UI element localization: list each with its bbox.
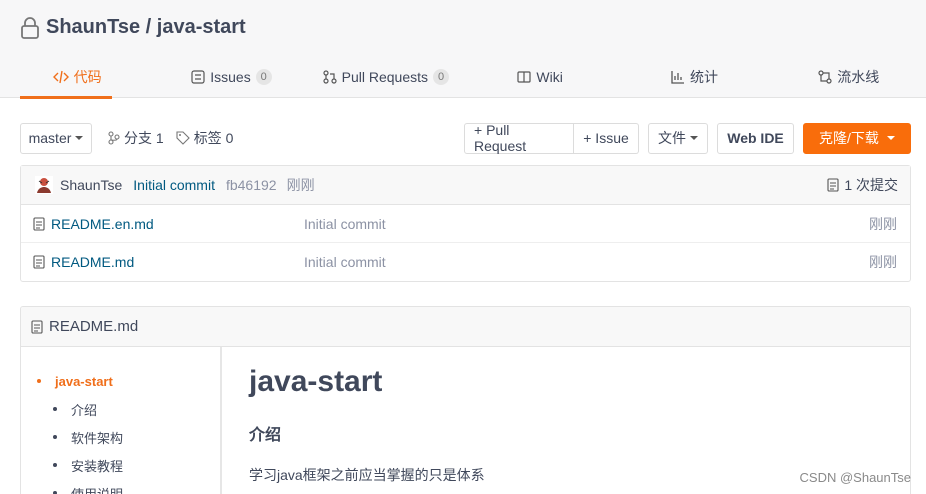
toc-item[interactable]: java-start (21, 367, 220, 395)
clone-download-button[interactable]: 克隆/下载 (803, 122, 911, 154)
toc-label: 安装教程 (71, 458, 124, 474)
file-name: README.en.md (51, 215, 154, 232)
tab-stats[interactable]: 统计 (617, 56, 771, 98)
bullet (37, 379, 41, 383)
tab-label: 代码 (73, 69, 102, 85)
web-ide-button[interactable]: Web IDE (717, 122, 794, 154)
tab-pull-requests[interactable]: Pull Requests 0 (309, 56, 463, 98)
issue-count-badge: 0 (255, 69, 272, 85)
tab-wiki[interactable]: Wiki (463, 56, 617, 98)
commit-count-link[interactable]: 1 次提交 (827, 175, 898, 195)
toc-label: 软件架构 (71, 430, 124, 446)
chevron-down-icon (690, 136, 698, 140)
file-list: ShaunTse Initial commit fb46192 刚刚 1 次提交… (20, 165, 911, 282)
wiki-icon (517, 71, 532, 83)
file-name: README.md (51, 254, 135, 270)
repo-toolbar: master 分支 1 标签 0 + Pull Request + Issue … (20, 122, 911, 154)
document-icon (827, 178, 839, 192)
repo-tabs: 代码 Issues 0 Pull Requests 0 Wiki 统计 流水线 (0, 56, 926, 99)
new-issue-button[interactable]: + Issue (574, 122, 639, 154)
code-icon (52, 70, 69, 84)
tags-count: 标签 0 (193, 130, 234, 146)
file-commit-time: 刚刚 (869, 215, 897, 232)
chevron-down-icon (75, 136, 84, 140)
bullet (53, 407, 57, 411)
bullet (53, 463, 57, 467)
branches-link[interactable]: 分支 1 (108, 128, 164, 148)
tab-issues[interactable]: Issues 0 (154, 56, 308, 98)
latest-commit-bar: ShaunTse Initial commit fb46192 刚刚 1 次提交 (21, 166, 910, 205)
file-row[interactable]: README.md Initial commit 刚刚 (21, 243, 910, 281)
tab-label: Pull Requests (341, 69, 429, 85)
issue-icon (191, 70, 205, 84)
create-group: + Pull Request + Issue (464, 122, 639, 154)
toc-item[interactable]: 介绍 (21, 395, 220, 423)
pull-request-icon (323, 70, 337, 84)
toc-label: 使用说明 (71, 486, 124, 494)
chart-icon (671, 70, 685, 84)
pr-count-badge: 0 (433, 69, 450, 85)
clone-label: 克隆/下载 (819, 130, 879, 146)
tab-code[interactable]: 代码 (0, 56, 154, 99)
tab-label: 流水线 (837, 69, 880, 85)
branches-count: 分支 1 (124, 130, 164, 146)
commit-time: 刚刚 (286, 177, 315, 193)
commit-sha[interactable]: fb46192 (226, 177, 277, 193)
toolbar-actions: + Pull Request + Issue 文件 Web IDE 克隆/下载 (464, 122, 911, 154)
file-icon (33, 216, 45, 231)
readme-filename: README.md (49, 318, 139, 335)
commit-message[interactable]: Initial commit (133, 177, 215, 193)
file-menu-label: 文件 (658, 130, 686, 146)
branch-icon (108, 131, 120, 145)
file-icon (33, 255, 45, 269)
file-menu-button[interactable]: 文件 (648, 122, 708, 154)
branch-label: master (28, 130, 72, 146)
tab-label: Wiki (536, 69, 563, 85)
chevron-down-icon (886, 136, 895, 140)
tab-label: Issues (210, 69, 251, 85)
repo-header: ShaunTse / java-start 代码 Issues 0 Pull R… (0, 0, 926, 99)
branch-select[interactable]: master (20, 122, 92, 154)
commit-count: 1 次提交 (844, 177, 898, 193)
toc-label: 介绍 (71, 402, 98, 418)
file-commit-message[interactable]: Initial commit (304, 254, 386, 270)
file-commit-time: 刚刚 (869, 254, 897, 270)
watermark: CSDN @ShaunTse (799, 470, 911, 485)
toc-item[interactable]: 使用说明 (21, 479, 220, 494)
repo-title-text[interactable]: ShaunTse / java-start (46, 16, 246, 39)
commit-author[interactable]: ShaunTse (60, 177, 122, 193)
bullet (53, 435, 57, 439)
file-commit-message[interactable]: Initial commit (304, 216, 386, 232)
new-pull-request-button[interactable]: + Pull Request (464, 122, 574, 154)
tag-icon (176, 131, 190, 145)
repo-title: ShaunTse / java-start (20, 16, 246, 39)
file-icon (31, 319, 43, 334)
readme-header: README.md (21, 307, 910, 347)
lock-icon (20, 16, 40, 39)
readme-panel: README.md java-start 介绍 软件架构 安装教程 使用说明 j… (20, 306, 911, 494)
toc-item[interactable]: 安装教程 (21, 451, 220, 479)
readme-title: java-start (249, 365, 383, 398)
readme-section-heading: 介绍 (249, 427, 282, 444)
readme-toc: java-start 介绍 软件架构 安装教程 使用说明 (21, 347, 222, 494)
file-name-link[interactable]: README.en.md (33, 216, 304, 232)
tab-label: 统计 (689, 69, 718, 85)
toc-label: java-start (55, 373, 113, 389)
file-row[interactable]: README.en.md Initial commit 刚刚 (21, 205, 910, 243)
file-name-link[interactable]: README.md (33, 254, 304, 270)
avatar[interactable] (35, 176, 53, 194)
tags-link[interactable]: 标签 0 (176, 128, 234, 148)
tab-pipeline[interactable]: 流水线 (772, 56, 926, 98)
pipeline-icon (818, 70, 832, 84)
toc-item[interactable]: 软件架构 (21, 423, 220, 451)
